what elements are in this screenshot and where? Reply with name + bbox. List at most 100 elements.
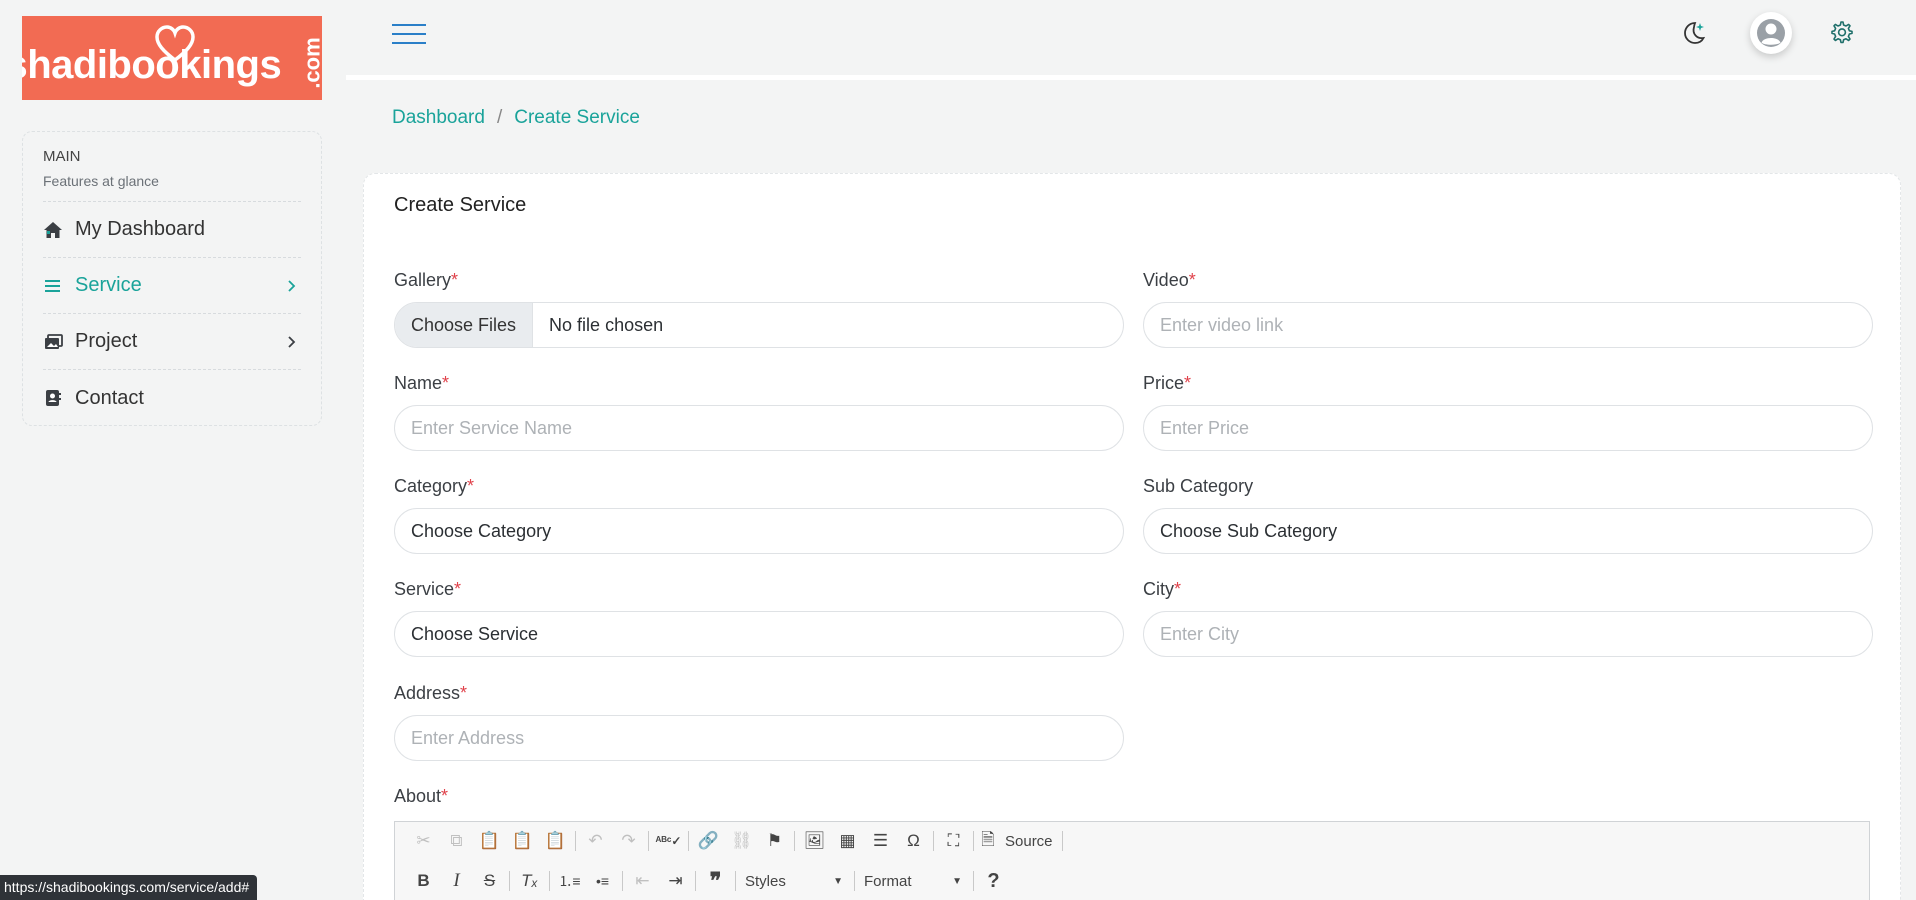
file-status: No file chosen	[549, 314, 664, 335]
gallery-field: Gallery* Choose Files No file chosen	[394, 270, 1124, 348]
indent-icon[interactable]: ⇥	[659, 867, 692, 895]
page-title: Create Service	[394, 194, 527, 216]
bold-icon[interactable]: B	[407, 867, 440, 895]
toolbar-divider	[695, 871, 696, 891]
avatar[interactable]	[1750, 12, 1792, 54]
service-label: Service*	[394, 579, 462, 599]
special-char-icon[interactable]: Ω	[897, 827, 930, 855]
editor-toolbar-row-1: ✂ ⧉ 📋 📋 📋 ↶ ↷ ᴬᴮᶜ✓ 🔗 ⛓ ⚑ 🖼 ▦ ☰ Ω ⛶ 🗎 Sou…	[395, 822, 1869, 860]
numbered-list-icon[interactable]: ⒈≡	[553, 867, 586, 895]
sidebar-item-dashboard[interactable]: My Dashboard	[43, 202, 301, 258]
toolbar-divider	[735, 871, 736, 891]
paste-word-icon[interactable]: 📋	[539, 827, 572, 855]
subcategory-select[interactable]: Choose Sub Category	[1143, 508, 1873, 554]
toolbar-divider	[549, 871, 550, 891]
logo-suffix: .com	[299, 37, 322, 89]
styles-dropdown[interactable]: Styles ▼	[739, 868, 851, 894]
toolbar-divider	[794, 831, 795, 851]
sidebar: MAIN Features at glance My Dashboard Ser…	[22, 131, 322, 426]
address-input[interactable]: Enter Address	[394, 715, 1124, 761]
undo-icon[interactable]: ↶	[579, 827, 612, 855]
menu-icon[interactable]	[392, 22, 426, 46]
paste-icon[interactable]: 📋	[473, 827, 506, 855]
name-label: Name*	[394, 373, 450, 393]
sidebar-item-label: Contact	[75, 386, 144, 409]
list-icon	[43, 276, 63, 296]
breadcrumb-separator: /	[496, 107, 503, 128]
category-field: Category* Choose Category	[394, 476, 1124, 554]
video-field: Video* Enter video link	[1143, 270, 1873, 348]
horizontal-line-icon[interactable]: ☰	[864, 827, 897, 855]
blockquote-icon[interactable]: ❞	[699, 867, 732, 895]
gear-icon[interactable]	[1828, 19, 1854, 45]
service-name-input[interactable]: Enter Service Name	[394, 405, 1124, 451]
brand-logo[interactable]: shadibookings .com	[22, 16, 322, 100]
city-field: City* Enter City	[1143, 579, 1873, 657]
editor-toolbar-row-2: B I S Tₓ ⒈≡ •≡ ⇤ ⇥ ❞ Styles ▼ Format ▼ ?	[395, 862, 1869, 900]
caret-down-icon: ▼	[833, 875, 843, 887]
user-avatar-icon	[1757, 19, 1785, 47]
sidebar-item-label: My Dashboard	[75, 218, 206, 240]
status-url: https://shadibookings.com/service/add#	[0, 875, 258, 900]
outdent-icon[interactable]: ⇤	[626, 867, 659, 895]
image-icon[interactable]: 🖼	[798, 827, 831, 855]
service-field: Service* Choose Service	[394, 579, 1124, 657]
about-label: About*	[394, 786, 449, 806]
toolbar-divider	[575, 831, 576, 851]
sidebar-item-label: Service	[75, 274, 142, 296]
city-input[interactable]: Enter City	[1143, 611, 1873, 657]
create-service-card: Create Service Gallery* Choose Files No …	[363, 173, 1901, 900]
redo-icon[interactable]: ↷	[612, 827, 645, 855]
copy-icon[interactable]: ⧉	[440, 827, 473, 855]
paste-text-icon[interactable]: 📋	[506, 827, 539, 855]
maximize-icon[interactable]: ⛶	[937, 827, 970, 855]
toolbar-divider	[509, 871, 510, 891]
contact-book-icon	[43, 388, 63, 408]
unlink-icon[interactable]: ⛓	[725, 827, 758, 855]
toolbar-divider	[854, 871, 855, 891]
category-select[interactable]: Choose Category	[394, 508, 1124, 554]
price-label: Price*	[1143, 373, 1192, 393]
category-label: Category*	[394, 476, 475, 496]
choose-files-button[interactable]: Choose Files	[395, 303, 534, 347]
service-select[interactable]: Choose Service	[394, 611, 1124, 657]
sidebar-item-project[interactable]: Project	[43, 314, 301, 370]
caret-down-icon: ▼	[952, 875, 962, 887]
format-dropdown[interactable]: Format ▼	[858, 868, 970, 894]
about-field: About*	[394, 786, 1124, 808]
sidebar-item-service[interactable]: Service	[43, 258, 301, 314]
images-icon	[43, 332, 63, 352]
heart-icon	[155, 25, 195, 63]
sidebar-item-label: Project	[75, 330, 138, 352]
source-icon[interactable]: 🗎	[977, 827, 999, 855]
logo-text: shadibookings	[22, 42, 282, 87]
link-icon[interactable]: 🔗	[692, 827, 725, 855]
help-icon[interactable]: ?	[977, 867, 1010, 895]
italic-icon[interactable]: I	[440, 867, 473, 895]
table-icon[interactable]: ▦	[831, 827, 864, 855]
toolbar-divider	[973, 871, 974, 891]
toolbar-divider	[648, 831, 649, 851]
remove-format-icon[interactable]: Tₓ	[513, 867, 546, 895]
home-icon	[43, 220, 63, 240]
video-input[interactable]: Enter video link	[1143, 302, 1873, 348]
spellcheck-icon[interactable]: ᴬᴮᶜ✓	[652, 827, 685, 855]
cut-icon[interactable]: ✂	[407, 827, 440, 855]
toolbar-divider	[622, 871, 623, 891]
rich-text-editor: ✂ ⧉ 📋 📋 📋 ↶ ↷ ᴬᴮᶜ✓ 🔗 ⛓ ⚑ 🖼 ▦ ☰ Ω ⛶ 🗎 Sou…	[394, 821, 1870, 900]
anchor-flag-icon[interactable]: ⚑	[758, 827, 791, 855]
bulleted-list-icon[interactable]: •≡	[586, 867, 619, 895]
breadcrumb-dashboard[interactable]: Dashboard	[392, 107, 485, 129]
city-label: City*	[1143, 579, 1182, 599]
strikethrough-icon[interactable]: S	[473, 867, 506, 895]
video-label: Video*	[1143, 270, 1196, 290]
address-field: Address* Enter Address	[394, 683, 1124, 761]
gallery-file-input[interactable]: Choose Files No file chosen	[394, 302, 1124, 348]
toolbar-divider	[688, 831, 689, 851]
toolbar-divider	[1061, 831, 1063, 851]
sidebar-subheading: Features at glance	[43, 173, 301, 202]
source-button[interactable]: Source	[1005, 833, 1053, 850]
sidebar-item-contact[interactable]: Contact	[43, 370, 301, 426]
moon-icon[interactable]	[1680, 19, 1708, 47]
price-input[interactable]: Enter Price	[1143, 405, 1873, 451]
